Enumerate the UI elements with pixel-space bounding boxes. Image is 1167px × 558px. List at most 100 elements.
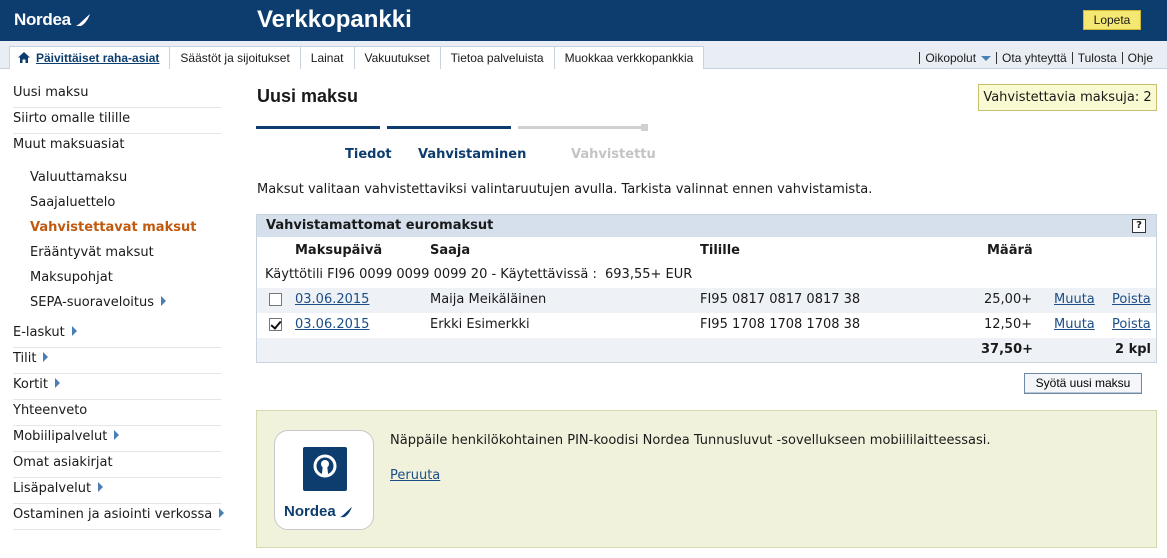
sidebar-sub-templates[interactable]: Maksupohjat bbox=[30, 270, 113, 285]
tab-insurance[interactable]: Vakuutukset bbox=[353, 46, 441, 69]
sidebar-item-other-payments[interactable]: Muut maksuasiat bbox=[13, 134, 221, 160]
main-nav: Päivittäiset raha-asiat Säästöt ja sijoi… bbox=[0, 41, 1167, 69]
chevron-right-icon bbox=[43, 352, 49, 362]
payment-date-link[interactable]: 03.06.2015 bbox=[295, 288, 369, 312]
account-info-row: Käyttötili FI96 0099 0099 0099 20 - Käyt… bbox=[257, 263, 1156, 288]
step-label-confirmed: Vahvistettu bbox=[571, 147, 656, 162]
source-account: Käyttötili FI96 0099 0099 0099 20 - Käyt… bbox=[265, 267, 597, 282]
tab-daily-banking[interactable]: Päivittäiset raha-asiat bbox=[9, 46, 171, 69]
page-title: Uusi maksu bbox=[257, 86, 359, 106]
payment-amount: 12,50+ bbox=[984, 317, 1033, 332]
pending-payments-badge: Vahvistettavia maksuja: 2 bbox=[978, 84, 1157, 111]
nordea-sail-icon bbox=[75, 14, 90, 26]
table-header-row: Maksupäivä Saaja Tilille Määrä bbox=[257, 239, 1156, 264]
chevron-right-icon bbox=[98, 482, 104, 492]
tile-brand: Nordea bbox=[284, 503, 353, 520]
chevron-right-icon bbox=[54, 378, 60, 388]
shortcuts-label: Oikopolut bbox=[925, 51, 977, 65]
top-bar: Nordea Verkkopankki Lopeta bbox=[0, 0, 1167, 41]
sidebar-item-e-invoices[interactable]: E-laskut bbox=[13, 322, 221, 348]
step-end-marker bbox=[641, 124, 648, 131]
payee-name: Maija Meikäläinen bbox=[430, 292, 547, 307]
sidebar-item-new-payment[interactable]: Uusi maksu bbox=[13, 82, 221, 108]
cancel-link[interactable]: Peruuta bbox=[390, 468, 440, 483]
help-icon[interactable]: ? bbox=[1132, 219, 1146, 233]
sidebar-item-mobile[interactable]: Mobiilipalvelut bbox=[13, 426, 221, 452]
col-header-amount: Määrä bbox=[987, 243, 1033, 258]
step-label-details: Tiedot bbox=[345, 147, 392, 162]
chevron-right-icon bbox=[161, 296, 167, 306]
sidebar-sub-currency-payment[interactable]: Valuuttamaksu bbox=[30, 170, 127, 185]
table-row: 03.06.2015 Maija Meikäläinen FI95 0817 0… bbox=[257, 288, 1156, 313]
step-bar-details bbox=[256, 126, 380, 129]
edit-link[interactable]: Muuta bbox=[1054, 313, 1095, 337]
unconfirmed-payments-table: Vahvistamattomat euromaksut ? Maksupäivä… bbox=[256, 214, 1157, 363]
home-icon bbox=[18, 52, 30, 63]
tab-loans[interactable]: Lainat bbox=[299, 46, 355, 69]
accounts-label: Tilit bbox=[13, 351, 37, 366]
payee-account: FI95 0817 0817 0817 38 bbox=[700, 292, 861, 307]
chevron-right-icon bbox=[71, 326, 77, 336]
edit-link[interactable]: Muuta bbox=[1054, 288, 1095, 312]
extras-label: Lisäpalvelut bbox=[13, 481, 92, 496]
table-row: 03.06.2015 Erkki Esimerkki FI95 1708 170… bbox=[257, 313, 1156, 338]
nordea-logo[interactable]: Nordea bbox=[14, 10, 91, 30]
tab-service-info[interactable]: Tietoa palveluista bbox=[439, 46, 555, 69]
step-label-confirm: Vahvistaminen bbox=[418, 147, 527, 162]
tab-customize[interactable]: Muokkaa verkkopankkia bbox=[553, 46, 705, 69]
delete-link[interactable]: Poista bbox=[1112, 288, 1151, 312]
payment-amount: 25,00+ bbox=[984, 292, 1033, 307]
sidebar-item-documents[interactable]: Omat asiakirjat bbox=[13, 452, 221, 478]
utility-links: Oikopolut Ota yhteyttä Tulosta Ohje bbox=[919, 52, 1158, 64]
e-invoices-label: E-laskut bbox=[13, 325, 65, 340]
chevron-right-icon bbox=[219, 508, 225, 518]
nordea-sail-icon bbox=[339, 506, 352, 517]
step-bar-confirm bbox=[387, 126, 511, 129]
sidebar-sub-due-payments[interactable]: Erääntyvät maksut bbox=[30, 245, 154, 260]
delete-link[interactable]: Poista bbox=[1112, 313, 1151, 337]
payment-count: 2 kpl bbox=[1115, 342, 1151, 357]
sidebar-sub-pending-payments[interactable]: Vahvistettavat maksut bbox=[30, 220, 196, 235]
brand-text: Nordea bbox=[14, 10, 71, 29]
tab-label: Päivittäiset raha-asiat bbox=[36, 51, 160, 65]
chevron-right-icon bbox=[114, 430, 120, 440]
step-bar-confirmed bbox=[518, 126, 642, 129]
pin-prompt-panel: Nordea Näppäile henkilökohtainen PIN-koo… bbox=[256, 410, 1157, 548]
col-header-payee: Saaja bbox=[430, 243, 471, 258]
new-payment-button[interactable]: Syötä uusi maksu bbox=[1024, 373, 1142, 394]
contact-link[interactable]: Ota yhteyttä bbox=[996, 52, 1072, 64]
print-link[interactable]: Tulosta bbox=[1071, 52, 1122, 64]
col-header-account: Tilille bbox=[700, 243, 740, 258]
cards-label: Kortit bbox=[13, 377, 48, 392]
keyhole-icon bbox=[303, 447, 347, 491]
sidebar: Uusi maksu Siirto omalle tilille Muut ma… bbox=[13, 82, 221, 160]
sidebar-item-summary[interactable]: Yhteenveto bbox=[13, 400, 221, 426]
payment-date-link[interactable]: 03.06.2015 bbox=[295, 313, 369, 337]
sidebar-sub-payees[interactable]: Saajaluettelo bbox=[30, 195, 115, 210]
sidebar-item-cards[interactable]: Kortit bbox=[13, 374, 221, 400]
table-total-row: 37,50+ 2 kpl bbox=[257, 338, 1156, 362]
pin-instruction: Näppäile henkilökohtainen PIN-koodisi No… bbox=[390, 433, 991, 448]
sidebar-item-own-transfer[interactable]: Siirto omalle tilille bbox=[13, 108, 221, 134]
row-checkbox[interactable] bbox=[269, 318, 282, 331]
instructions-text: Maksut valitaan vahvistettaviksi valinta… bbox=[257, 182, 873, 197]
payee-name: Erkki Esimerkki bbox=[430, 317, 530, 332]
nordea-app-icon: Nordea bbox=[274, 430, 374, 530]
sidebar-item-shopping[interactable]: Ostaminen ja asiointi verkossa bbox=[13, 504, 225, 530]
sidebar-item-extras[interactable]: Lisäpalvelut bbox=[13, 478, 221, 504]
tab-savings[interactable]: Säästöt ja sijoitukset bbox=[169, 46, 301, 69]
mobile-label: Mobiilipalvelut bbox=[13, 429, 108, 444]
sepa-label: SEPA-suoraveloitus bbox=[30, 295, 155, 310]
table-title: Vahvistamattomat euromaksut bbox=[266, 218, 494, 233]
total-amount: 37,50+ bbox=[981, 342, 1034, 357]
nav-tabs: Päivittäiset raha-asiat Säästöt ja sijoi… bbox=[9, 46, 705, 69]
shortcuts-menu[interactable]: Oikopolut bbox=[919, 52, 996, 64]
shopping-label: Ostaminen ja asiointi verkossa bbox=[13, 507, 213, 522]
sidebar-sub-sepa[interactable]: SEPA-suoraveloitus bbox=[30, 295, 167, 310]
sidebar-item-accounts[interactable]: Tilit bbox=[13, 348, 221, 374]
help-link[interactable]: Ohje bbox=[1121, 52, 1158, 64]
col-header-date: Maksupäivä bbox=[295, 243, 383, 258]
row-checkbox[interactable] bbox=[269, 293, 282, 306]
tile-brand-text: Nordea bbox=[284, 503, 336, 520]
logout-button[interactable]: Lopeta bbox=[1083, 10, 1141, 30]
